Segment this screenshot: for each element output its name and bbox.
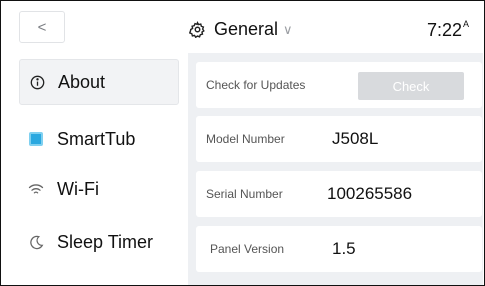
sidebar-item-label: SmartTub: [57, 128, 136, 149]
chevron-down-icon: ∨: [283, 21, 293, 37]
tub-icon: [27, 132, 45, 146]
page-title[interactable]: General ∨: [189, 19, 293, 40]
check-updates-row: Check for Updates Check: [196, 62, 482, 108]
sidebar-item-about[interactable]: About: [19, 59, 179, 105]
sidebar-item-label: About: [58, 71, 106, 92]
page-title-label: General: [214, 19, 279, 39]
chevron-left-icon: <: [37, 18, 47, 36]
info-icon: [28, 75, 46, 90]
model-number-value: J508L: [332, 129, 379, 148]
check-button[interactable]: Check: [358, 72, 464, 100]
sidebar-item-sleep-timer[interactable]: Sleep Timer: [19, 219, 179, 265]
sidebar-item-label: Wi-Fi: [57, 178, 99, 199]
back-button[interactable]: <: [19, 11, 65, 43]
clock: 7:22A: [427, 19, 469, 41]
check-updates-label: Check for Updates: [206, 78, 306, 92]
gear-icon: [189, 21, 206, 38]
model-number-row: Model Number J508L: [196, 116, 482, 162]
panel-version-row: Panel Version 1.5: [196, 226, 482, 272]
panel-version-label: Panel Version: [210, 242, 285, 256]
panel-version-value: 1.5: [332, 239, 356, 258]
settings-screen: < General ∨ 7:22A About SmartTub Wi-Fi S…: [0, 0, 485, 286]
sidebar-item-wifi[interactable]: Wi-Fi: [19, 166, 179, 212]
serial-number-row: Serial Number 100265586: [196, 171, 482, 217]
serial-number-value: 100265586: [327, 184, 413, 203]
model-number-label: Model Number: [206, 132, 285, 146]
sidebar-item-smarttub[interactable]: SmartTub: [19, 116, 179, 162]
wifi-icon: [27, 183, 45, 196]
clock-suffix: A: [462, 19, 469, 29]
sidebar-item-label: Sleep Timer: [57, 231, 154, 252]
moon-icon: [27, 235, 45, 250]
serial-number-label: Serial Number: [206, 187, 283, 201]
clock-time: 7:22: [426, 20, 462, 40]
